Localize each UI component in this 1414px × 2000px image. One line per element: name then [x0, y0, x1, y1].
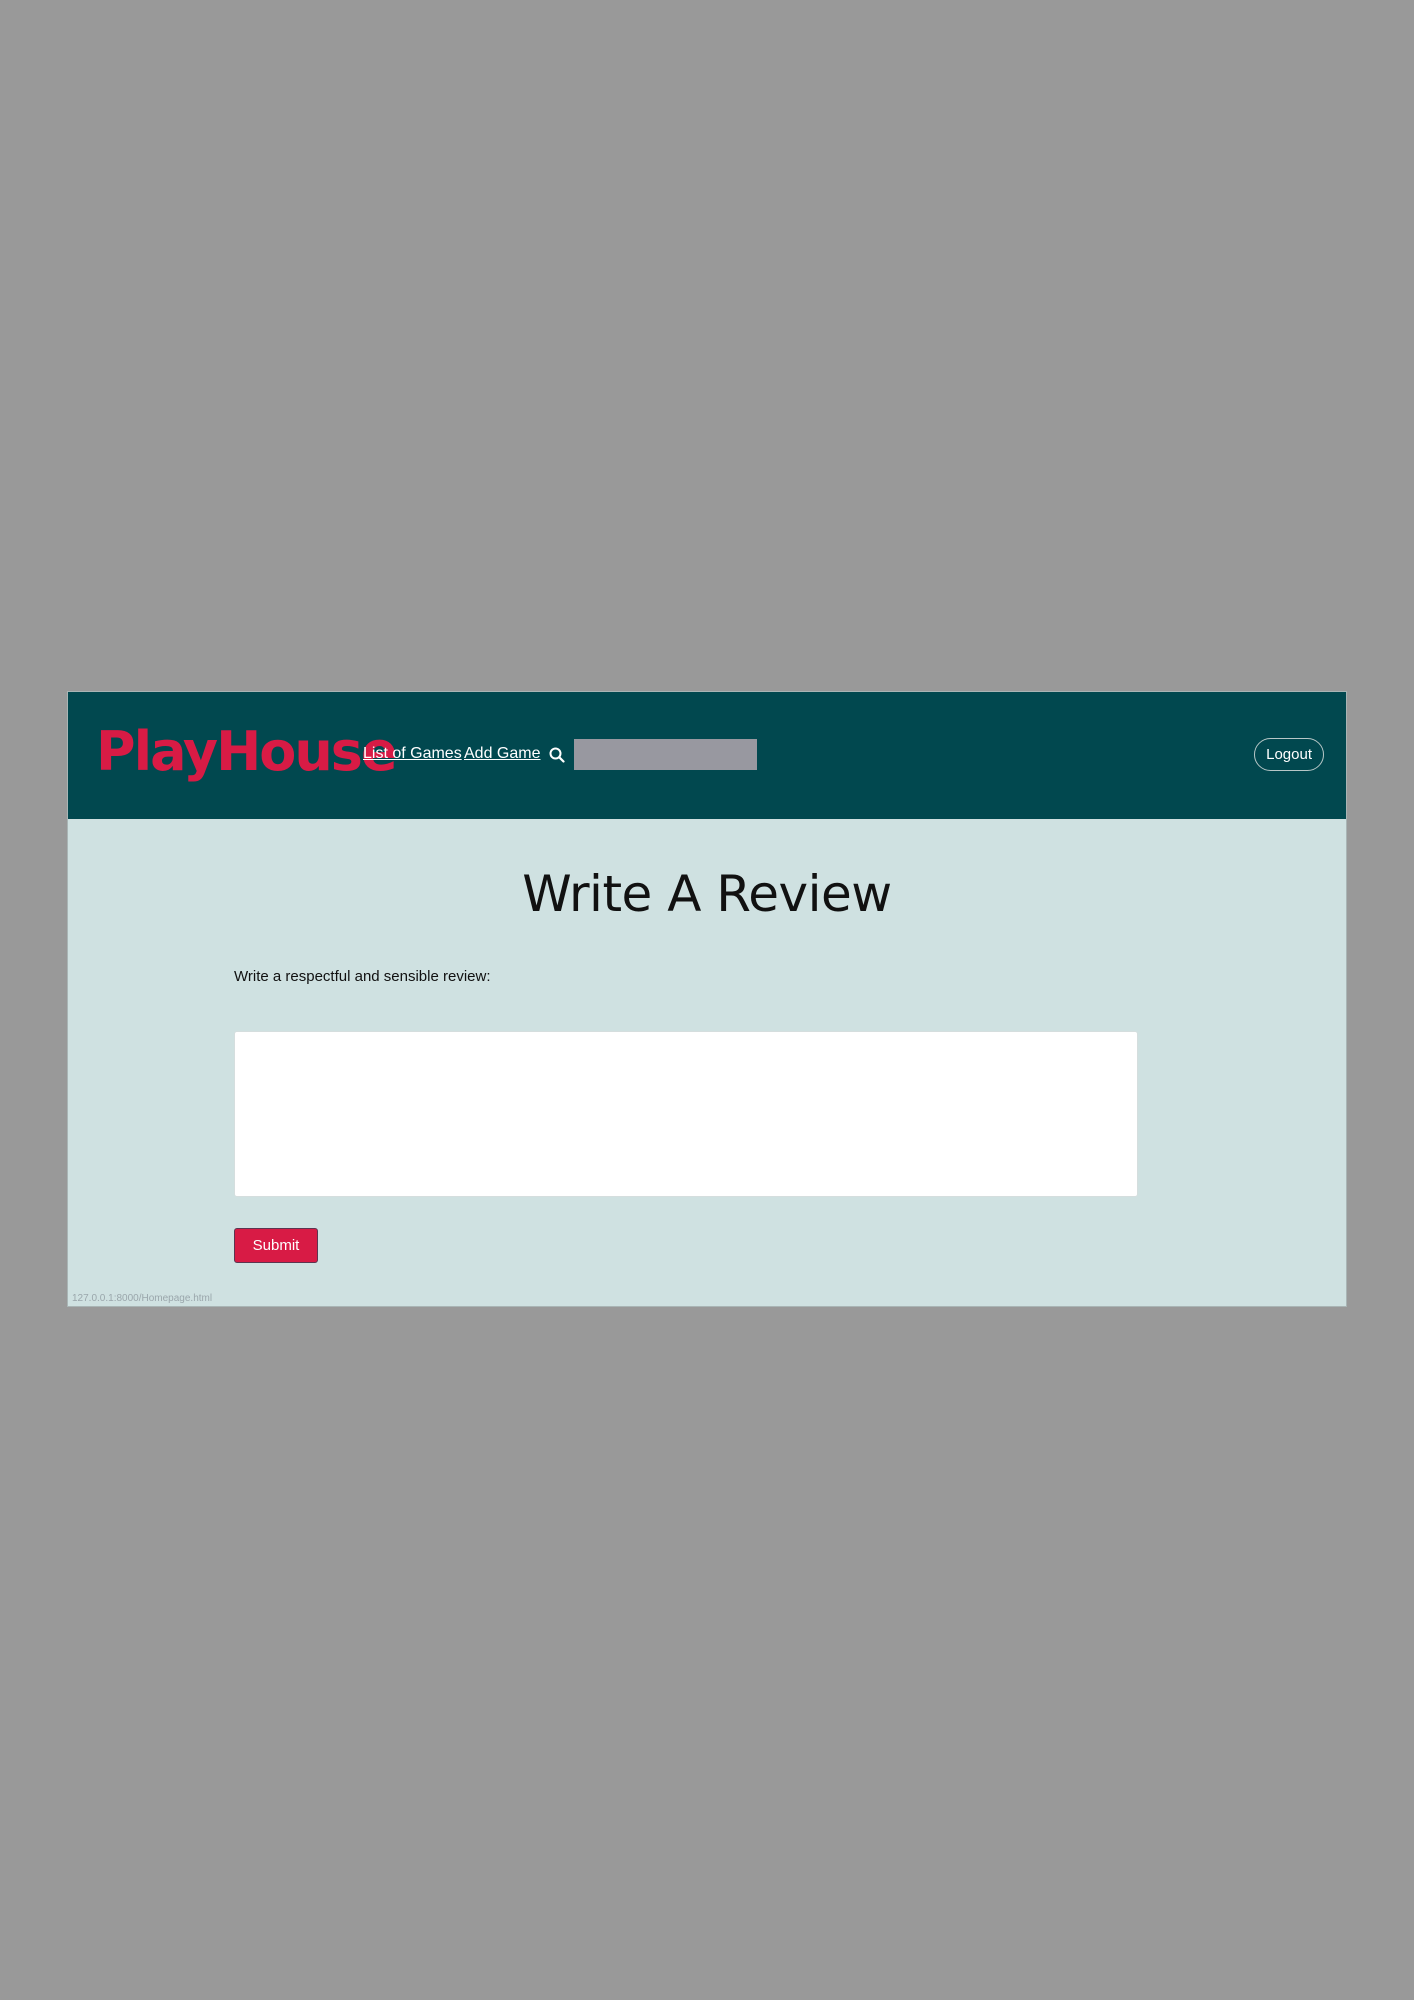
submit-button[interactable]: Submit	[234, 1228, 318, 1263]
nav-link-add-game[interactable]: Add Game	[464, 745, 540, 763]
browser-page: PlayHouse List of Games Add Game Logout …	[67, 691, 1347, 1307]
review-prompt-label: Write a respectful and sensible review:	[234, 968, 491, 985]
status-bar-url: 127.0.0.1:8000/Homepage.html	[72, 1293, 213, 1304]
nav-link-list-of-games[interactable]: List of Games	[363, 745, 462, 763]
brand-logo[interactable]: PlayHouse	[96, 720, 398, 785]
logout-button[interactable]: Logout	[1254, 738, 1324, 771]
review-textarea[interactable]	[234, 1031, 1138, 1197]
page-title: Write A Review	[522, 865, 892, 923]
navbar: PlayHouse List of Games Add Game Logout	[68, 692, 1346, 819]
search-icon[interactable]	[548, 746, 566, 764]
search-input[interactable]	[574, 739, 757, 770]
